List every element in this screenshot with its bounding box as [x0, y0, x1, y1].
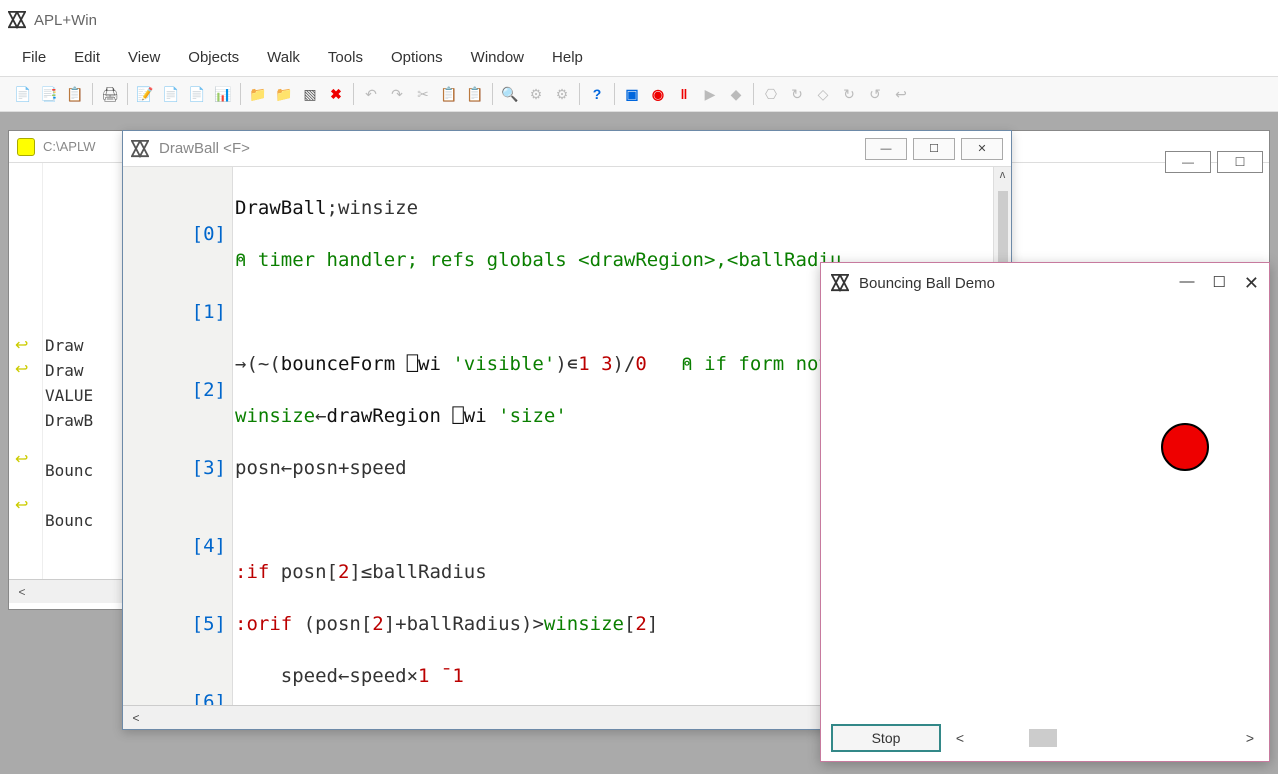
tb-icon[interactable]: ⎔ [758, 81, 784, 107]
scroll-up-icon[interactable]: ʌ [994, 169, 1011, 181]
return-icon: ↩ [9, 357, 42, 381]
tb-icon[interactable]: ◇ [810, 81, 836, 107]
tb-find-icon[interactable]: 🔍 [497, 81, 523, 107]
menu-window[interactable]: Window [457, 43, 538, 72]
menu-walk[interactable]: Walk [253, 43, 314, 72]
toolbar: 📄 📑 📋 🖨 📝 📄 📄 📊 📁 📁 ▧ ✖ ↶ ↷ ✂ 📋 📋 🔍 ⚙ ⚙ … [0, 76, 1278, 112]
line-gutter: [0] [1] [2] [3] [4] [5] [6] −[7] │[8] │[… [123, 167, 233, 705]
tb-icon[interactable]: ↺ [862, 81, 888, 107]
close-button[interactable]: ✕ [961, 138, 1003, 160]
tb-print-icon[interactable]: 🖨 [97, 81, 123, 107]
return-icon [9, 381, 42, 403]
tb-icon[interactable]: ◆ [723, 81, 749, 107]
tb-icon[interactable]: 📝 [132, 81, 158, 107]
tb-icon[interactable]: ↻ [836, 81, 862, 107]
separator [614, 83, 615, 105]
menu-view[interactable]: View [114, 43, 174, 72]
tb-redo-icon[interactable]: ↷ [384, 81, 410, 107]
minimize-button[interactable]: — [865, 138, 907, 160]
menu-bar: File Edit View Objects Walk Tools Option… [0, 40, 1278, 76]
tb-icon[interactable]: 📊 [210, 81, 236, 107]
return-icon [9, 403, 42, 425]
tb-icon[interactable]: 📄 [158, 81, 184, 107]
scroll-left-icon[interactable]: < [12, 585, 32, 599]
tb-icon[interactable]: 📋 [62, 81, 88, 107]
demo-titlebar[interactable]: Bouncing Ball Demo — ☐ ✕ [821, 263, 1269, 303]
scroll-left-icon[interactable]: < [951, 730, 969, 746]
tb-pause-icon[interactable]: ‖ [671, 81, 697, 107]
editor-title: DrawBall <F> [159, 140, 250, 157]
session-text[interactable]: Draw Draw VALUE DrawB Bounc Bounc [43, 163, 93, 579]
demo-slider[interactable]: < > [951, 730, 1259, 746]
session-path: C:\APLW [43, 139, 96, 154]
demo-canvas [821, 303, 1269, 715]
editor-icon [131, 140, 149, 158]
separator [240, 83, 241, 105]
tb-icon[interactable]: 📁 [271, 81, 297, 107]
menu-help[interactable]: Help [538, 43, 597, 72]
tb-cut-icon[interactable]: ✂ [410, 81, 436, 107]
tb-icon[interactable]: 📄 [184, 81, 210, 107]
app-icon [8, 11, 26, 29]
maximize-button[interactable]: ☐ [913, 138, 955, 160]
scroll-left-icon[interactable]: < [126, 711, 146, 725]
tb-play-icon[interactable]: ▶ [697, 81, 723, 107]
slider-thumb[interactable] [1029, 729, 1057, 747]
demo-window[interactable]: Bouncing Ball Demo — ☐ ✕ Stop < > [820, 262, 1270, 762]
tb-icon[interactable]: 📑 [36, 81, 62, 107]
tb-copy-icon[interactable]: 📋 [436, 81, 462, 107]
return-icon [9, 425, 42, 447]
tb-icon[interactable]: ↻ [784, 81, 810, 107]
menu-file[interactable]: File [8, 43, 60, 72]
demo-icon [831, 274, 849, 292]
mdi-area: C:\APLW — ☐ ↩ ↩ ↩ ↩ Draw Draw VALUE Draw… [0, 112, 1278, 774]
minimize-button[interactable]: — [1165, 151, 1211, 173]
tb-help-icon[interactable]: ? [584, 81, 610, 107]
tb-icon[interactable]: 📄 [10, 81, 36, 107]
separator [127, 83, 128, 105]
demo-title-text: Bouncing Ball Demo [859, 275, 995, 292]
separator [92, 83, 93, 105]
tb-icon[interactable]: ⚙ [549, 81, 575, 107]
tb-open-icon[interactable]: 📁 [245, 81, 271, 107]
session-gutter: ↩ ↩ ↩ ↩ [9, 163, 43, 579]
tb-paste-icon[interactable]: 📋 [462, 81, 488, 107]
session-icon [17, 138, 35, 156]
stop-button[interactable]: Stop [831, 724, 941, 752]
tb-icon[interactable]: ▣ [619, 81, 645, 107]
scroll-right-icon[interactable]: > [1241, 730, 1259, 746]
app-title: APL+Win [34, 12, 97, 29]
return-icon: ↩ [9, 333, 42, 357]
maximize-button[interactable]: ☐ [1217, 151, 1263, 173]
menu-edit[interactable]: Edit [60, 43, 114, 72]
separator [753, 83, 754, 105]
return-icon: ↩ [9, 493, 42, 517]
ball [1161, 423, 1209, 471]
maximize-button[interactable]: ☐ [1212, 273, 1225, 294]
tb-icon[interactable]: ⚙ [523, 81, 549, 107]
separator [353, 83, 354, 105]
tb-undo-icon[interactable]: ↶ [358, 81, 384, 107]
separator [579, 83, 580, 105]
close-button[interactable]: ✕ [1244, 273, 1259, 294]
tb-icon[interactable]: ▧ [297, 81, 323, 107]
minimize-button[interactable]: — [1179, 273, 1194, 294]
menu-objects[interactable]: Objects [174, 43, 253, 72]
tb-icon[interactable]: ↩ [888, 81, 914, 107]
editor-titlebar[interactable]: DrawBall <F> — ☐ ✕ [123, 131, 1011, 167]
tb-delete-icon[interactable]: ✖ [323, 81, 349, 107]
return-icon [9, 471, 42, 493]
title-bar: APL+Win [0, 0, 1278, 40]
return-icon: ↩ [9, 447, 42, 471]
tb-icon[interactable]: ◉ [645, 81, 671, 107]
menu-options[interactable]: Options [377, 43, 457, 72]
menu-tools[interactable]: Tools [314, 43, 377, 72]
separator [492, 83, 493, 105]
